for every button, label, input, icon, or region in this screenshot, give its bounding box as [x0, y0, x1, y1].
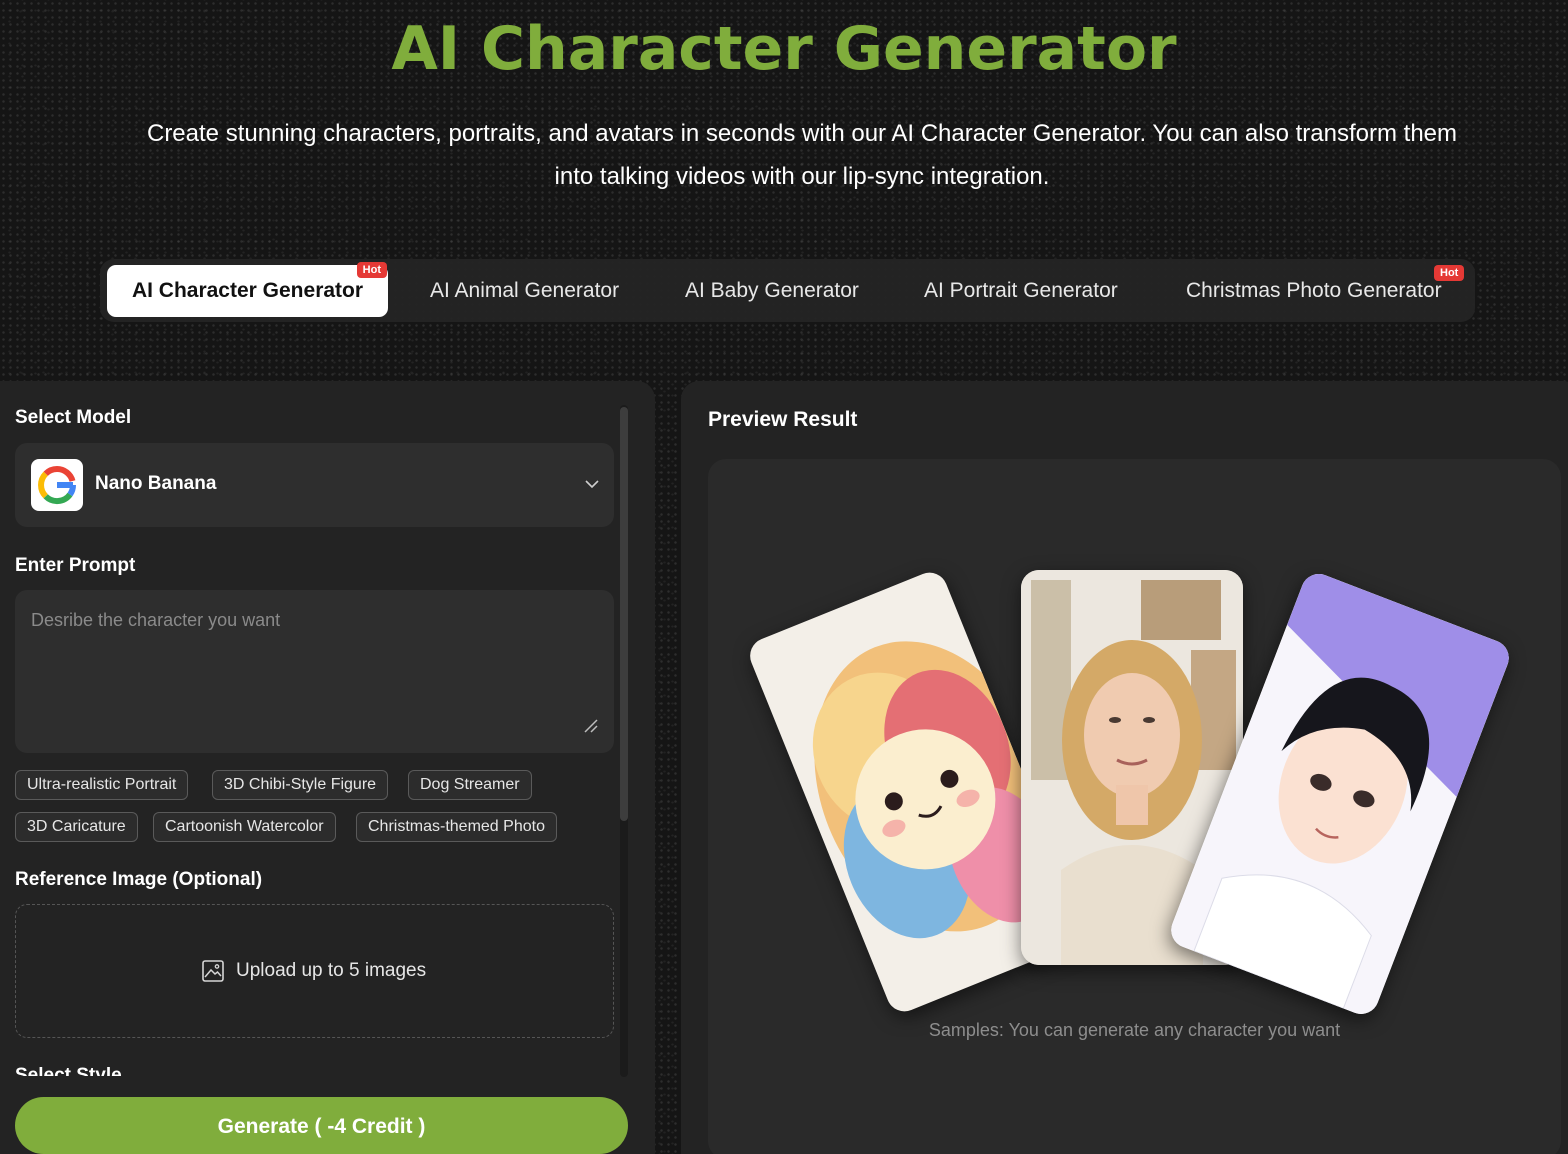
- hot-badge: Hot: [1434, 265, 1465, 281]
- select-style-section: Select Style: [15, 1062, 315, 1076]
- prompt-chip[interactable]: Cartoonish Watercolor: [153, 812, 336, 842]
- prompt-chip[interactable]: Dog Streamer: [408, 770, 532, 800]
- preview-result-title: Preview Result: [708, 408, 858, 431]
- page-title: AI Character Generator: [391, 14, 1177, 84]
- tab-ai-baby-generator[interactable]: AI Baby Generator: [685, 265, 859, 317]
- tab-ai-animal-generator[interactable]: AI Animal Generator: [430, 265, 619, 317]
- generator-tabs: AI Character Generator Hot AI Animal Gen…: [100, 259, 1475, 322]
- select-model-label: Select Model: [15, 407, 132, 428]
- model-name: Nano Banana: [95, 473, 217, 494]
- tab-christmas-photo-generator[interactable]: Christmas Photo Generator: [1186, 265, 1442, 317]
- upload-text: Upload up to 5 images: [236, 960, 427, 981]
- prompt-chip[interactable]: Christmas-themed Photo: [356, 812, 557, 842]
- prompt-chip[interactable]: 3D Chibi-Style Figure: [212, 770, 389, 800]
- model-dropdown[interactable]: Nano Banana: [15, 443, 614, 527]
- prompt-chip[interactable]: 3D Caricature: [15, 812, 138, 842]
- prompt-chip[interactable]: Ultra-realistic Portrait: [15, 770, 189, 800]
- tab-label: AI Character Generator: [131, 279, 364, 302]
- tab-label: AI Baby Generator: [685, 279, 859, 302]
- generate-button[interactable]: Generate ( -4 Credit ): [15, 1097, 628, 1154]
- hot-badge: Hot: [356, 262, 387, 278]
- tab-label: AI Animal Generator: [430, 279, 620, 302]
- settings-scrollbar[interactable]: [620, 405, 628, 1077]
- upload-prompt: Upload up to 5 images: [202, 960, 426, 982]
- image-icon: [202, 960, 224, 982]
- prompt-input[interactable]: [15, 590, 614, 753]
- sample-caption: Samples: You can generate any character …: [928, 1020, 1341, 1040]
- resize-handle-icon[interactable]: [583, 718, 599, 734]
- tab-label: AI Portrait Generator: [924, 279, 1118, 302]
- tab-ai-portrait-generator[interactable]: AI Portrait Generator: [924, 265, 1118, 317]
- select-style-label: Select Style: [15, 1065, 122, 1076]
- page-subtitle: Create stunning characters, portraits, a…: [146, 120, 1457, 190]
- enter-prompt-label: Enter Prompt: [15, 555, 136, 576]
- reference-image-label: Reference Image (Optional): [15, 869, 263, 890]
- scrollbar-thumb[interactable]: [620, 407, 628, 821]
- tab-ai-character-generator[interactable]: AI Character Generator Hot: [107, 262, 388, 317]
- tab-label: Christmas Photo Generator: [1186, 279, 1442, 302]
- chevron-down-icon: [585, 480, 599, 489]
- image-upload-dropzone[interactable]: Upload up to 5 images: [15, 904, 614, 1038]
- google-logo-icon: [31, 459, 83, 511]
